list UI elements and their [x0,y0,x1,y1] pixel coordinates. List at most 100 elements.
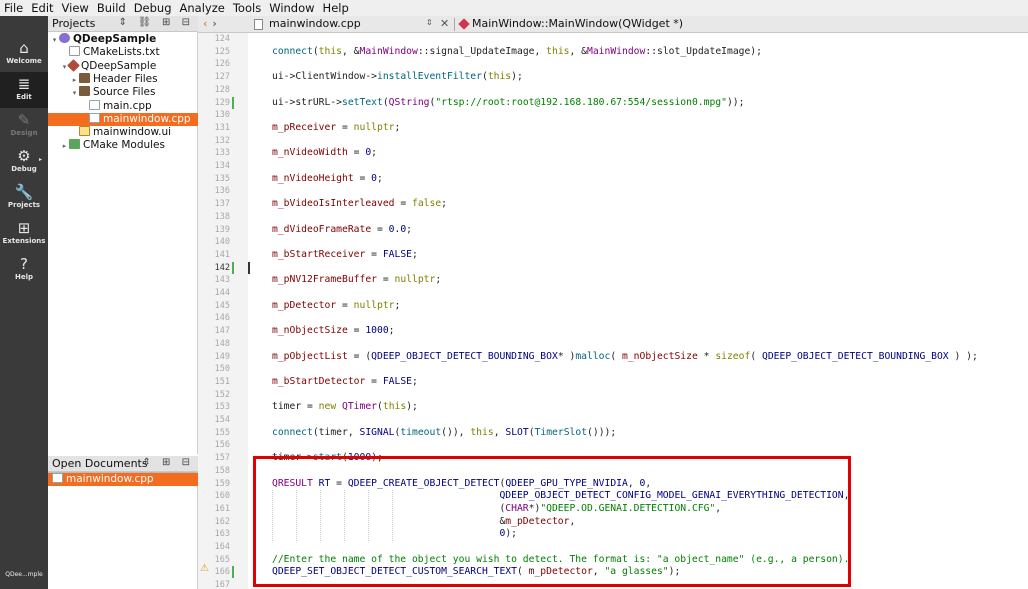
tree-item-label: CMake Modules [83,139,165,152]
tree-item[interactable]: CMakeLists.txt [48,46,198,59]
code-line[interactable]: 0); [272,528,517,541]
close-document-icon[interactable]: ✕ [440,17,449,30]
navigation-arrows[interactable]: ‹› [203,17,222,30]
mode-label: Extensions [2,237,46,245]
line-number: 126 [214,59,230,70]
editor-toolbar: ‹› mainwindow.cpp ⇕ ✕ MainWindow::MainWi… [198,16,1028,33]
forward-arrow-icon[interactable]: › [212,17,221,30]
menu-file[interactable]: File [4,1,23,15]
cpp-file-icon [89,99,100,110]
menu-debug[interactable]: Debug [134,1,172,15]
code-line[interactable]: m_pNV12FrameBuffer = nullptr; [272,274,441,287]
tree-item[interactable]: main.cpp [48,99,198,113]
menu-build[interactable]: Build [97,1,126,15]
code-line[interactable]: QDEEP_OBJECT_DETECT_CONFIG_MODEL_GENAI_E… [272,490,849,503]
line-number: 133 [214,148,230,159]
indent-guide [296,490,297,541]
text-cursor [248,261,250,274]
indent-guide [344,490,345,541]
back-arrow-icon[interactable]: ‹ [203,17,212,30]
mode-label: Projects [7,201,41,209]
collapse-arrow-icon[interactable]: ▸ [70,74,79,87]
code-editor[interactable]: connect(this, &MainWindow::signal_Update… [248,33,1028,589]
tree-item-label: Header Files [93,72,158,85]
indent-guide [392,490,393,541]
tree-item[interactable]: ▾ Source Files [48,86,198,99]
menu-tools[interactable]: Tools [233,1,261,15]
tree-item[interactable]: ▾ QDeepSample [48,58,198,74]
change-marker [232,566,234,579]
code-line[interactable]: ui->ClientWindow->installEventFilter(thi… [272,71,523,84]
tree-item[interactable]: ▸ CMake Modules [48,139,198,152]
tree-item-label: QDeepSample [81,59,157,72]
txt-file-icon [69,46,80,57]
change-marker [232,261,234,274]
code-line[interactable]: m_pDetector = nullptr; [272,300,400,313]
code-line[interactable]: QDEEP_SET_OBJECT_DETECT_CUSTOM_SEARCH_TE… [272,566,680,579]
expand-arrow-icon[interactable]: ▾ [50,34,59,47]
document-icon [254,19,263,30]
open-document-item[interactable]: mainwindow.cpp [48,473,198,486]
code-line[interactable]: m_pReceiver = nullptr; [272,122,400,135]
line-number: 154 [214,415,230,425]
build-target-selector[interactable]: QDee...mple [0,568,48,588]
line-number: 166 [214,567,230,578]
code-line[interactable]: m_dVideoFrameRate = 0.0; [272,224,412,237]
mode-design[interactable]: ✎ Design [0,108,48,144]
code-line[interactable]: m_bStartReceiver = FALSE; [272,249,418,262]
symbol-selector[interactable]: MainWindow::MainWindow(QWidget *) [472,17,683,30]
code-line[interactable]: m_bStartDetector = FALSE; [272,376,418,389]
line-number: 147 [214,326,230,337]
mode-label: Debug [11,165,37,173]
tree-item[interactable]: ▸ Header Files [48,72,198,87]
menu-analyze[interactable]: Analyze [180,1,225,15]
code-line[interactable]: QRESULT RT = QDEEP_CREATE_OBJECT_DETECT(… [272,478,651,491]
code-line[interactable]: //Enter the name of the object you wish … [272,554,849,567]
mode-extensions[interactable]: ⊞ Extensions [0,216,48,252]
line-number: 128 [214,84,230,95]
mode-edit[interactable]: ≣ Edit [0,72,48,108]
menu-help[interactable]: Help [323,1,349,15]
edit-mode-icon: ≣ [17,75,31,93]
menu-window[interactable]: Window [269,1,314,15]
mode-projects[interactable]: 🔧 Projects [0,180,48,216]
collapse-arrow-icon[interactable]: ▸ [60,140,69,153]
projects-pane-tools[interactable]: ⇕ ⛓ ⊞ ⊟ [119,17,194,28]
mode-debug[interactable]: ⚙ Debug ▸ [0,144,48,180]
open-documents-tools[interactable]: ⇕ ⊞ ⊟ [143,457,195,468]
code-line[interactable]: connect(this, &MainWindow::signal_Update… [272,46,762,59]
code-line[interactable]: timer = new QTimer(this); [272,401,418,414]
menu-edit[interactable]: Edit [31,1,53,15]
tree-item[interactable]: ▾ QDeepSample [48,33,198,46]
line-number: 124 [214,34,230,44]
current-file-selector[interactable]: mainwindow.cpp [269,17,361,30]
code-line[interactable]: m_nVideoWidth = 0; [272,147,377,160]
tree-item[interactable]: mainwindow.cpp [48,112,198,126]
code-line[interactable]: m_pObjectList = (QDEEP_OBJECT_DETECT_BOU… [272,351,978,364]
line-number: 161 [214,503,230,514]
code-line[interactable]: (CHAR*)"QDEEP.OD.GENAI.DETECTION.CFG", [272,503,721,516]
file-dropdown-icon[interactable]: ⇕ [426,18,433,27]
code-line[interactable]: m_bVideoIsInterleaved = false; [272,198,447,211]
menu-view[interactable]: View [62,1,89,15]
code-line[interactable]: m_nObjectSize = 1000; [272,325,395,338]
line-number: 148 [214,338,230,349]
line-number: 167 [214,580,230,589]
code-line[interactable]: ui->strURL->setText(QString("rtsp://root… [272,97,744,110]
line-number: 153 [214,402,230,413]
expand-arrow-icon[interactable]: ▾ [70,87,79,100]
indent-guide [368,490,369,541]
mode-help[interactable]: ? Help [0,252,48,288]
line-number: 142 [214,262,230,273]
code-line[interactable]: timer->start(1000); [272,452,383,465]
code-line[interactable]: &m_pDetector, [272,516,575,529]
mode-welcome[interactable]: ⌂ Welcome [0,36,48,72]
tree-item-label: Source Files [93,86,156,99]
tree-item[interactable]: mainwindow.ui [48,126,198,139]
expand-arrow-icon[interactable]: ▾ [60,61,69,74]
line-number: 136 [214,186,230,197]
line-number: 150 [214,364,230,375]
hammer-file-icon [67,58,80,72]
code-line[interactable]: m_nVideoHeight = 0; [272,173,383,186]
code-line[interactable]: connect(timer, SIGNAL(timeout()), this, … [272,427,616,440]
